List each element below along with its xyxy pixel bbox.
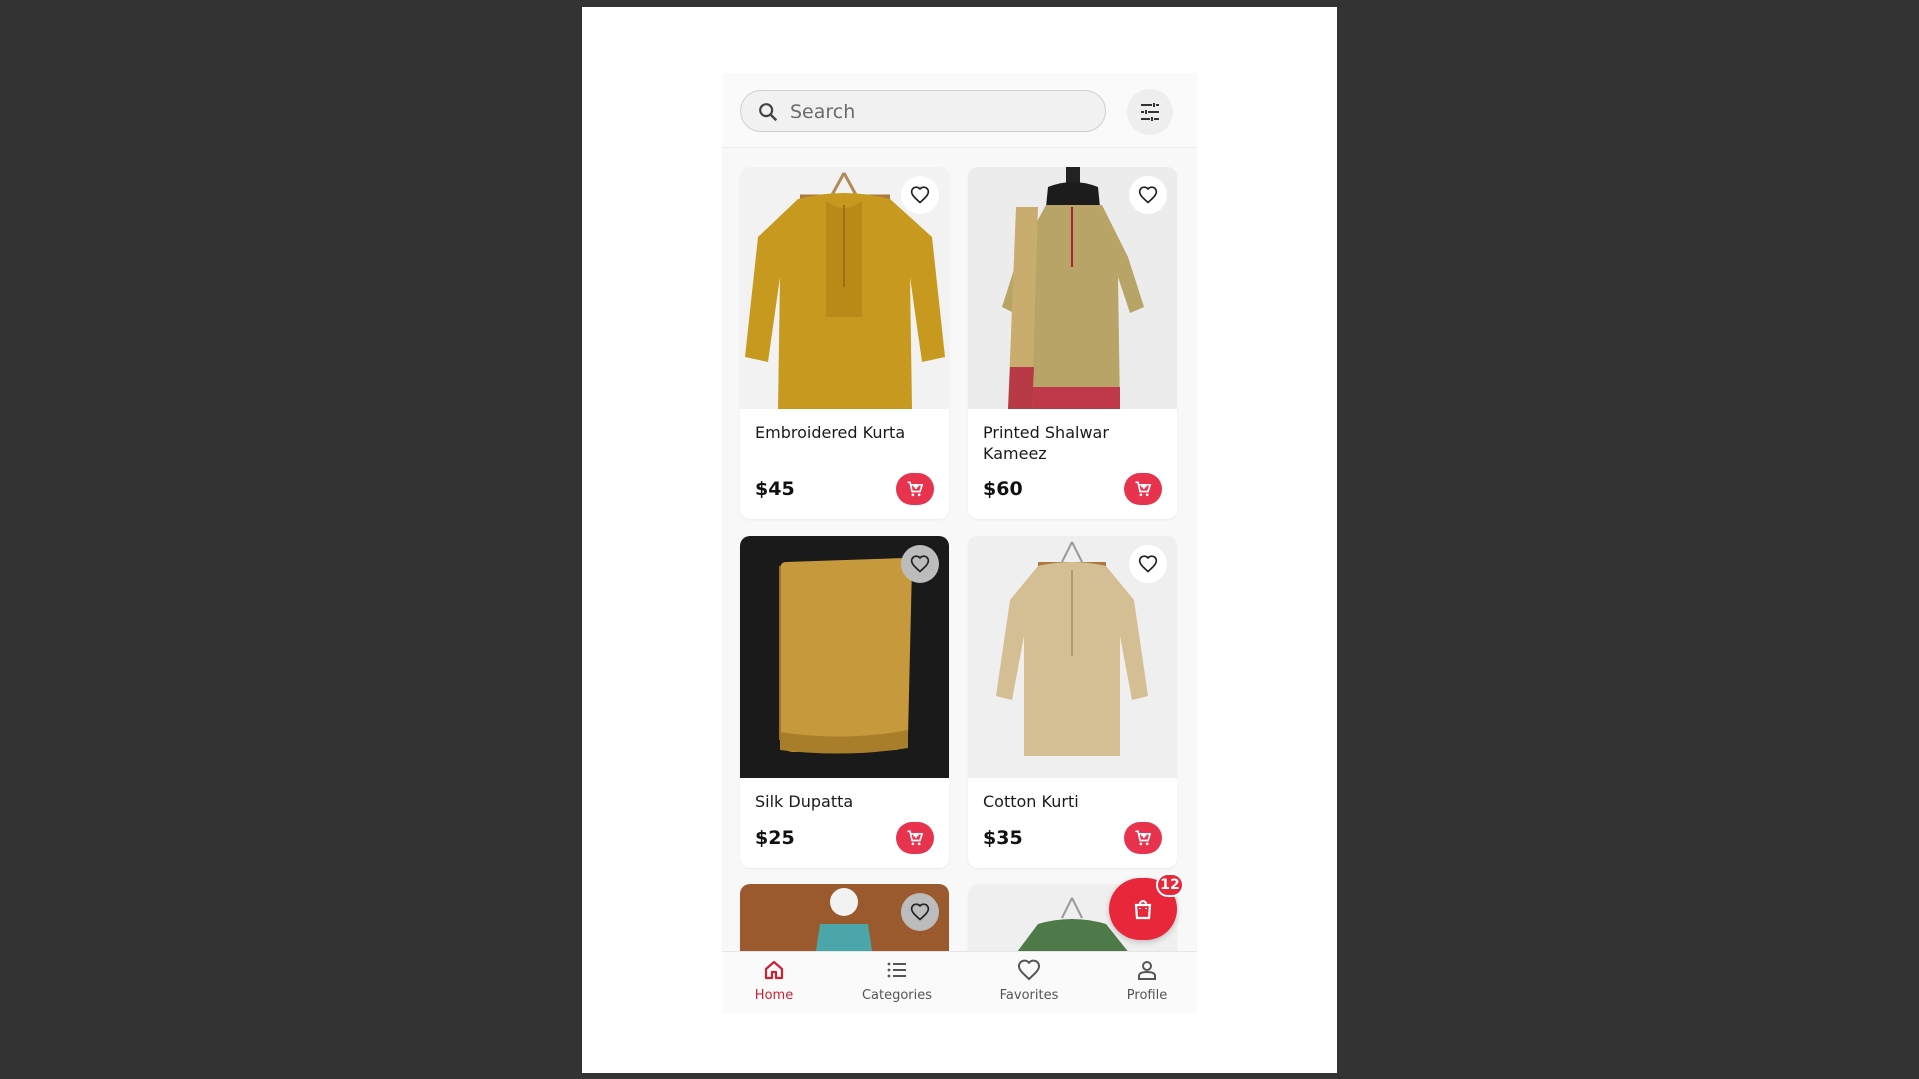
favorite-button[interactable] [901,176,939,214]
heart-icon [1017,959,1041,981]
product-price: $60 [983,478,1023,500]
bottom-navigation: Home Categories Favorites Profile [722,951,1197,1013]
nav-label: Profile [1126,988,1168,1003]
nav-item-home[interactable]: Home [732,958,816,1010]
product-name: Embroidered Kurta [755,423,906,442]
add-to-cart-button[interactable] [1124,822,1162,854]
nav-label: Favorites [999,988,1059,1003]
add-shopping-cart-icon [1135,481,1152,497]
add-shopping-cart-icon [907,830,924,846]
shopping-bag-icon [1134,900,1152,920]
home-icon [764,960,784,980]
product-card-embroidered-kurta[interactable]: Embroidered Kurta $45 [740,167,949,519]
nav-item-profile[interactable]: Profile [1107,958,1187,1010]
app-screen: Embroidered Kurta $45 Printed Shalwar Ka… [722,73,1197,1013]
product-card-silk-dupatta[interactable]: Silk Dupatta $25 [740,536,949,868]
product-grid: Embroidered Kurta $45 Printed Shalwar Ka… [722,73,1197,1013]
product-name: Cotton Kurti [983,792,1079,811]
list-icon [887,962,906,978]
add-shopping-cart-icon [1135,830,1152,846]
search-input[interactable]: Search [740,90,1106,132]
heart-outline-icon [910,903,930,921]
favorite-button[interactable] [1129,176,1167,214]
search-placeholder: Search [790,101,856,123]
person-icon [1138,961,1156,980]
filter-button[interactable] [1127,89,1173,135]
add-shopping-cart-icon [907,481,924,497]
add-to-cart-button[interactable] [896,822,934,854]
product-price: $45 [755,478,795,500]
cart-count-badge: 12 [1156,873,1184,897]
product-card-printed-shalwar-kameez[interactable]: Printed Shalwar Kameez $60 [968,167,1177,519]
nav-item-favorites[interactable]: Favorites [984,958,1074,1010]
favorite-button[interactable] [1129,545,1167,583]
product-card-cotton-kurti[interactable]: Cotton Kurti $35 [968,536,1177,868]
favorite-button[interactable] [901,545,939,583]
favorite-button[interactable] [901,893,939,931]
device-frame: Embroidered Kurta $45 Printed Shalwar Ka… [582,7,1337,1073]
product-name: Silk Dupatta [755,792,854,811]
nav-label: Home [754,988,794,1003]
product-name: Printed Shalwar Kameez [983,423,1109,463]
nav-item-categories[interactable]: Categories [847,958,947,1010]
product-price: $25 [755,827,795,849]
nav-label: Categories [861,988,933,1003]
heart-outline-icon [1138,186,1158,204]
top-bar: Search [722,73,1197,148]
search-icon [759,103,778,122]
heart-outline-icon [910,555,930,573]
heart-outline-icon [910,186,930,204]
tune-sliders-icon [1141,103,1159,121]
product-price: $35 [983,827,1023,849]
heart-outline-icon [1138,555,1158,573]
add-to-cart-button[interactable] [1124,473,1162,505]
add-to-cart-button[interactable] [896,473,934,505]
